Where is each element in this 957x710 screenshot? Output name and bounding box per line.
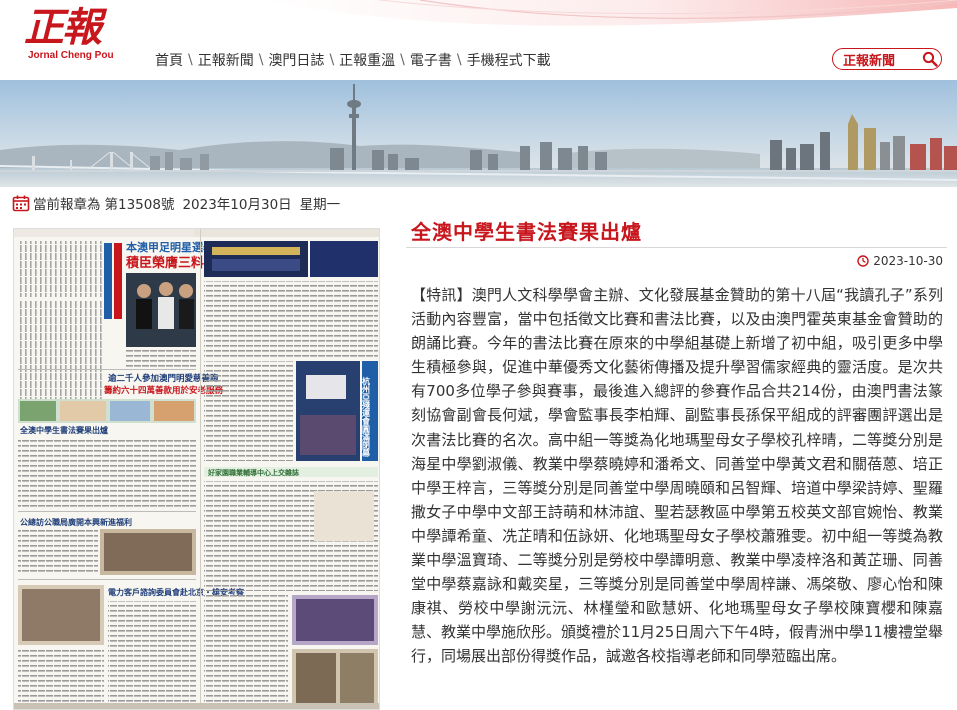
search-label: 正報新聞 (843, 53, 896, 69)
skyline-banner (0, 80, 957, 187)
skyline-image (0, 80, 957, 187)
issue-date: 2023年10月30日 (182, 197, 292, 213)
paper-story-1: 逾二千人參加澳門明愛慈善跑 (108, 373, 219, 384)
nav-macau-diary[interactable]: 澳門日誌 (268, 50, 324, 70)
issue-number: 第13508號 (104, 197, 175, 213)
paper-banner-ad: 好家園職業輔導中心上交雜誌 (207, 468, 299, 477)
issue-weekday: 星期一 (299, 197, 341, 213)
nav-separator: \ (258, 52, 264, 68)
nav-separator: \ (329, 52, 335, 68)
article-body: 【特訊】澳門人文科學學會主辦、文化發展基金贊助的第十八屆“我讀孔子”系列活動內容… (411, 286, 943, 666)
paper-side-headline-right: 杭州亞殘運會圓滿閉幕 (361, 376, 371, 458)
site-logo[interactable]: 正報 Jornal Cheng Pou (24, 6, 124, 66)
clock-icon (857, 255, 869, 267)
nav-archive[interactable]: 正報重溫 (339, 50, 395, 70)
nav-separator: \ (456, 52, 462, 68)
nav-ebook[interactable]: 電子書 (410, 50, 452, 70)
site-header: 正報 Jornal Cheng Pou 首頁 \ 正報新聞 \ 澳門日誌 \ 正… (0, 0, 957, 80)
nav-separator: \ (188, 52, 193, 68)
search-icon (919, 50, 941, 68)
calendar-icon (12, 195, 30, 212)
nav-separator: \ (400, 52, 405, 68)
nav-news[interactable]: 正報新聞 (198, 50, 254, 70)
logo-english: Jornal Cheng Pou (28, 50, 114, 61)
nav-app-download[interactable]: 手機程式下載 (467, 50, 551, 70)
current-issue-info: 當前報章為 第13508號 2023年10月30日 星期一 (12, 193, 340, 213)
paper-story-2: 全澳中學生書法賽果出爐 (19, 425, 108, 435)
title-divider (406, 247, 947, 248)
main-nav: 首頁 \ 正報新聞 \ 澳門日誌 \ 正報重溫 \ 電子書 \ 手機程式下載 (155, 50, 551, 70)
paper-story-3: 公總訪公職局廣開本興新進福利 (20, 517, 132, 527)
article-title: 全澳中學生書法賽果出爐 (411, 220, 642, 244)
nav-home[interactable]: 首頁 (155, 50, 183, 70)
article-date: 2023-10-30 (857, 254, 943, 268)
newspaper-page-thumbnail[interactable]: 本澳甲足明星選舉2023 積臣榮膺三料足球先生 逾二千人參加澳門明愛慈善跑 籌約… (13, 228, 380, 710)
issue-prefix: 當前報章為 (33, 197, 101, 213)
newspaper-page-image: 本澳甲足明星選舉2023 積臣榮膺三料足球先生 逾二千人參加澳門明愛慈善跑 籌約… (14, 229, 379, 709)
article-date-text: 2023-10-30 (873, 254, 943, 268)
logo-chinese: 正報 (24, 4, 102, 51)
news-search-button[interactable]: 正報新聞 (832, 48, 942, 70)
